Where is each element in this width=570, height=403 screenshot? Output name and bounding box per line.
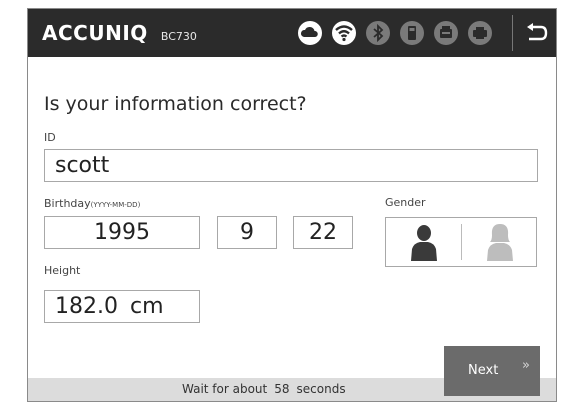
female-person-icon: [487, 224, 513, 261]
next-button[interactable]: Next »: [444, 346, 540, 396]
gender-female-option[interactable]: [462, 218, 537, 266]
top-bar: ACCUNIQ BC730: [28, 9, 556, 57]
wait-seconds: 58: [274, 382, 290, 396]
gender-label: Gender: [385, 196, 426, 209]
device-screen: ACCUNIQ BC730 Is your information correc…: [27, 8, 557, 402]
back-arrow-icon[interactable]: [522, 19, 550, 47]
birthday-label: Birthday(YYYY-MM-DD): [44, 197, 140, 210]
printer-icon: [434, 21, 458, 45]
height-field[interactable]: 182.0 cm: [44, 290, 200, 323]
cloud-icon: [298, 21, 322, 45]
next-button-label: Next: [468, 363, 499, 378]
birth-month-field[interactable]: 9: [217, 216, 277, 249]
birthday-label-text: Birthday: [44, 197, 91, 210]
birthday-format-hint: (YYYY-MM-DD): [90, 201, 141, 209]
wait-message: Wait for about 58 seconds: [182, 382, 346, 396]
wait-suffix: seconds: [296, 382, 346, 396]
height-value: 182.0: [55, 294, 118, 319]
height-label: Height: [44, 264, 81, 277]
double-chevron-right-icon: »: [522, 358, 530, 373]
brand-name: ACCUNIQ: [42, 21, 148, 45]
wait-prefix: Wait for about: [182, 382, 268, 396]
birth-day-field[interactable]: 22: [293, 216, 353, 249]
brand-logo: ACCUNIQ BC730: [42, 21, 197, 45]
height-unit: cm: [129, 294, 164, 319]
birth-year-field[interactable]: 1995: [44, 216, 200, 249]
topbar-divider: [512, 15, 513, 51]
printer-icon: [400, 21, 424, 45]
page-title: Is your information correct?: [44, 93, 307, 115]
device-model: BC730: [160, 30, 197, 43]
printer-icon: [468, 21, 492, 45]
male-person-icon: [411, 225, 437, 261]
gender-selector: [385, 217, 537, 267]
id-field[interactable]: scott: [44, 149, 538, 182]
gender-male-option[interactable]: [386, 218, 461, 266]
id-label: ID: [44, 131, 56, 144]
bluetooth-icon: [366, 21, 390, 45]
wifi-icon: [332, 21, 356, 45]
